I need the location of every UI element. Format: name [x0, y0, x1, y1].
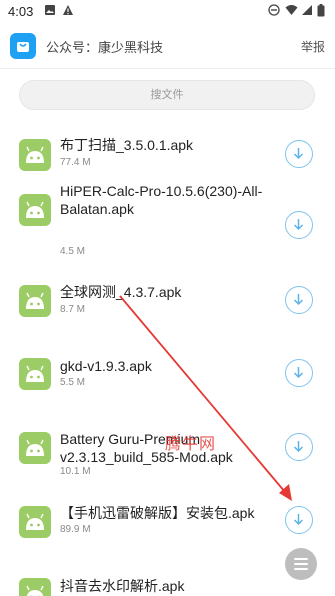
file-name: 抖音去水印解析.apk [60, 578, 185, 594]
bag-icon [10, 33, 36, 59]
watermark: 腾牛网 [165, 436, 217, 453]
status-time: 4:03 [8, 4, 34, 19]
download-button[interactable] [285, 286, 313, 314]
file-size: 89.9 M [60, 524, 91, 535]
file-name: 布丁扫描_3.5.0.1.apk [60, 137, 194, 153]
android-apk-icon [19, 432, 51, 464]
android-apk-icon [19, 506, 51, 538]
battery-icon [317, 4, 325, 20]
android-apk-icon [19, 139, 51, 171]
download-button[interactable] [285, 506, 313, 534]
search-input[interactable]: 搜文件 [19, 80, 315, 110]
file-size: 5.5 M [60, 377, 86, 388]
file-size: 8.7 M [60, 304, 86, 315]
report-button[interactable]: 举报 [301, 38, 325, 55]
signal-icon [301, 4, 313, 19]
file-size: 77.4 M [60, 157, 91, 168]
android-apk-icon [19, 578, 51, 596]
file-name: 【手机迅雷破解版】安装包.apk [60, 505, 255, 521]
android-apk-icon [19, 285, 51, 317]
download-button[interactable] [285, 211, 313, 239]
dnd-icon [268, 4, 280, 19]
list-item[interactable]: 全球网测_4.3.7.apk 8.7 M [0, 275, 335, 347]
page-title: 公众号：康少黑科技 [46, 40, 164, 55]
search-placeholder: 搜文件 [150, 89, 184, 101]
list-item[interactable]: 抖音去水印解析.apk [0, 568, 335, 596]
download-button[interactable] [285, 433, 313, 461]
android-apk-icon [19, 194, 51, 226]
image-icon [44, 4, 56, 19]
warning-icon [62, 4, 74, 19]
status-bar: 4:03 [0, 0, 335, 24]
wifi-icon [285, 4, 298, 19]
list-item[interactable]: gkd-v1.9.3.apk 5.5 M [0, 348, 335, 420]
file-name: 全球网测_4.3.7.apk [60, 284, 182, 300]
file-size: 10.1 M [60, 466, 91, 477]
list-item[interactable]: 【手机迅雷破解版】安装包.apk 89.9 M [0, 494, 335, 566]
list-item[interactable]: HiPER-Calc-Pro-10.5.6(230)-All-Balatan.a… [0, 178, 335, 257]
file-name: gkd-v1.9.3.apk [60, 358, 152, 374]
android-apk-icon [19, 358, 51, 390]
download-button[interactable] [285, 359, 313, 387]
download-button[interactable] [285, 140, 313, 168]
file-name: HiPER-Calc-Pro-10.5.6(230)-All-Balatan.a… [60, 183, 263, 217]
file-size: 4.5 M [60, 246, 86, 257]
header-bar: 公众号：康少黑科技 举报 [0, 24, 335, 69]
menu-fab-button[interactable] [285, 548, 317, 580]
